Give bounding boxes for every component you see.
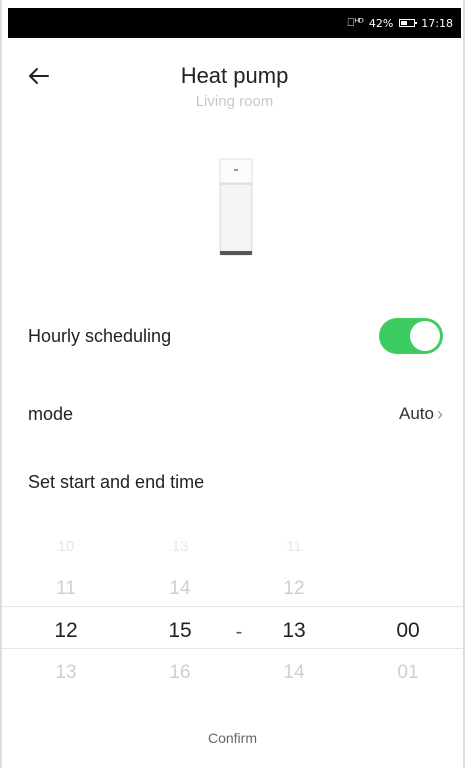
time-section-label: Set start and end time bbox=[28, 471, 205, 492]
picker-cell: 11 bbox=[286, 538, 302, 555]
end-hour-wheel[interactable]: 11 12 13 14 15 bbox=[259, 526, 329, 706]
picker-cell: 12 bbox=[283, 578, 305, 599]
end-minute-wheel[interactable]: 00 01 02 bbox=[373, 526, 443, 706]
picker-cell-selected: 15 bbox=[168, 619, 192, 642]
network-icons: ⎕ ᴴᴰ bbox=[347, 16, 364, 29]
picker-cell-selected: 13 bbox=[282, 619, 306, 642]
mode-value-text: Auto bbox=[399, 404, 434, 423]
hourly-scheduling-toggle[interactable] bbox=[379, 318, 443, 354]
picker-cell: 15 bbox=[259, 694, 329, 706]
status-time: 17:18 bbox=[421, 16, 453, 30]
hourly-scheduling-label: Hourly scheduling bbox=[28, 325, 172, 346]
picker-cell: 14 bbox=[31, 694, 101, 706]
mode-row[interactable]: mode Auto › bbox=[28, 394, 443, 434]
picker-cell: 16 bbox=[169, 662, 191, 683]
picker-cell bbox=[373, 526, 443, 568]
picker-cell: 10 bbox=[57, 538, 75, 555]
hourly-scheduling-row: Hourly scheduling bbox=[28, 316, 443, 356]
picker-cell: 14 bbox=[169, 578, 191, 599]
picker-cell: 14 bbox=[283, 662, 305, 683]
picker-cell-selected: 12 bbox=[54, 619, 78, 642]
picker-cell bbox=[373, 568, 443, 610]
start-minute-wheel[interactable]: 13 14 15 16 17 bbox=[145, 526, 215, 706]
time-separator: - bbox=[235, 621, 243, 643]
header: Heat pump Living room bbox=[2, 55, 465, 125]
heat-pump-image bbox=[219, 158, 253, 256]
confirm-button[interactable]: Confirm bbox=[2, 730, 463, 746]
start-hour-wheel[interactable]: 10 11 12 13 14 bbox=[31, 526, 101, 706]
picker-cell: 13 bbox=[55, 662, 77, 683]
picker-cell: 01 bbox=[397, 662, 419, 683]
page-title: Heat pump bbox=[180, 63, 289, 88]
mode-value[interactable]: Auto › bbox=[399, 404, 443, 425]
time-picker: 10 11 12 13 14 13 14 15 16 17 - 11 12 13… bbox=[2, 526, 465, 706]
picker-cell: 13 bbox=[171, 538, 189, 555]
mode-label: mode bbox=[28, 403, 74, 424]
picker-cell: 02 bbox=[373, 694, 443, 706]
battery-percent: 42% bbox=[368, 16, 394, 30]
picker-cell-selected: 00 bbox=[396, 619, 420, 642]
status-bar: ⎕ ᴴᴰ 42% 17:18 bbox=[8, 8, 461, 38]
picker-cell: 11 bbox=[56, 578, 76, 599]
picker-cell: 17 bbox=[145, 694, 215, 706]
app-screen: ⎕ ᴴᴰ 42% 17:18 Heat pump Living room Hou… bbox=[0, 0, 465, 768]
toggle-knob bbox=[410, 321, 440, 351]
page-subtitle: Living room bbox=[195, 93, 274, 110]
battery-icon bbox=[399, 19, 418, 27]
chevron-right-icon: › bbox=[437, 403, 443, 424]
time-section-row: Set start and end time bbox=[28, 462, 443, 502]
